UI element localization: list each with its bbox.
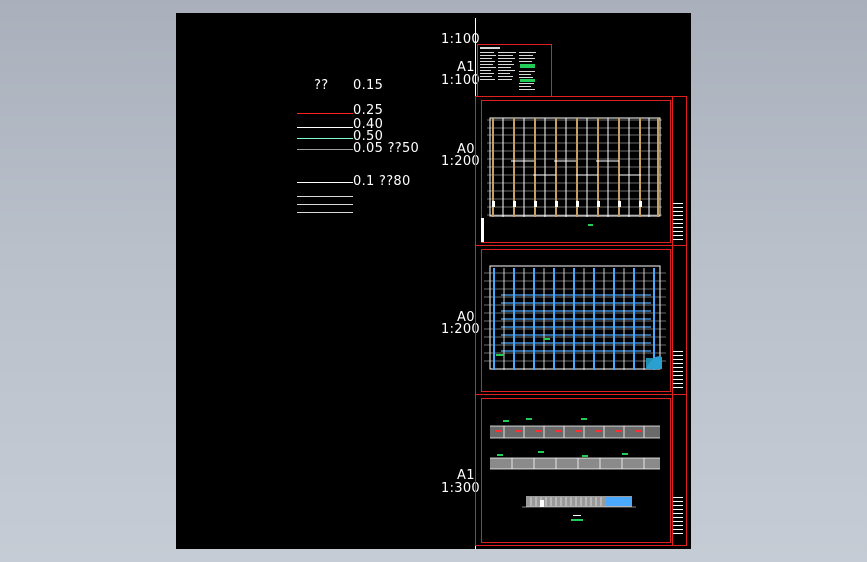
drawing-linework <box>480 47 683 534</box>
drawing-canvas[interactable]: ?? 0.15 0.25 0.40 0.50 0.05 ??50 0.1 ??8… <box>176 13 691 549</box>
